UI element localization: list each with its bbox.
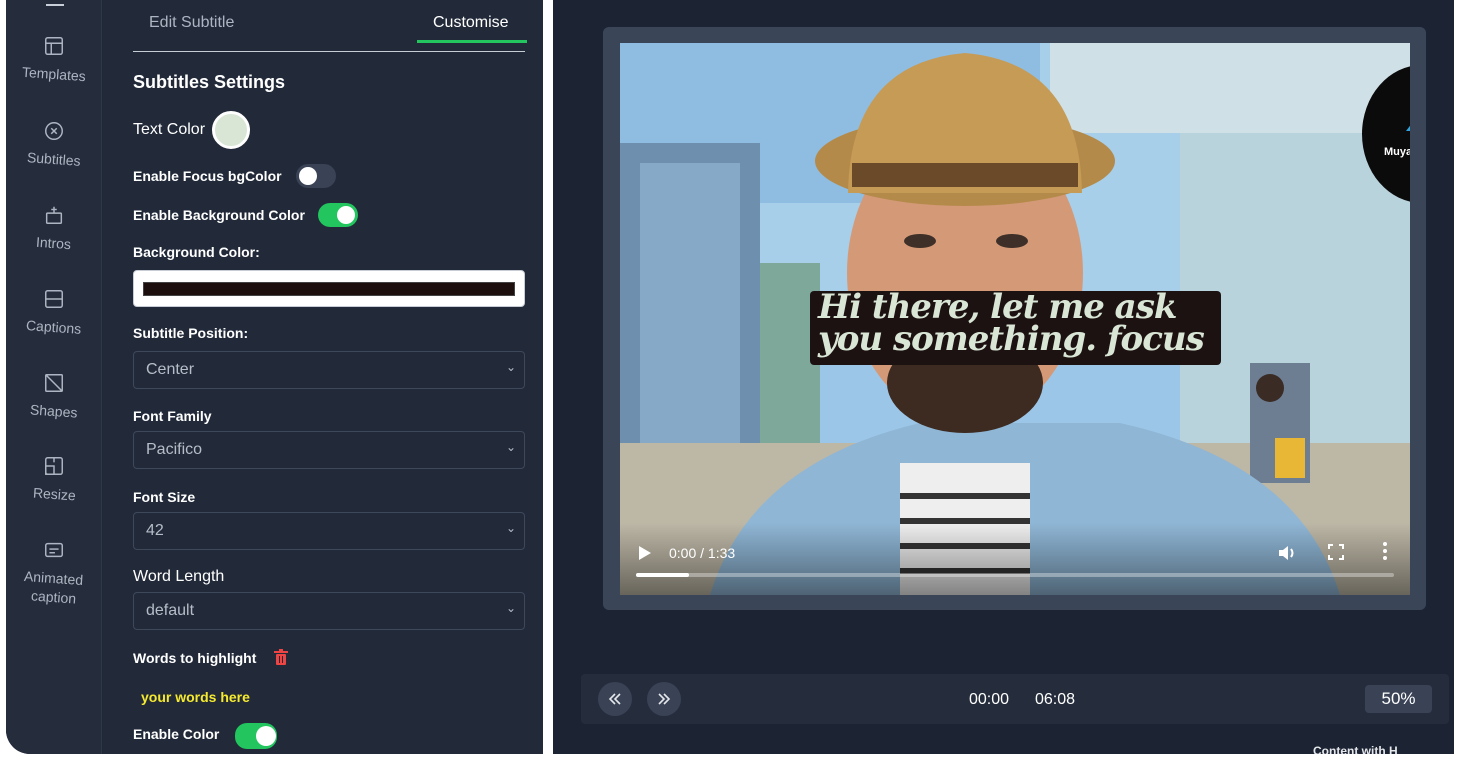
resize-icon	[45, 457, 63, 475]
chevrons-right-icon	[658, 693, 671, 705]
trash-icon[interactable]	[274, 649, 288, 665]
sidebar-item-label: Captions	[25, 317, 83, 337]
highlight-words-input[interactable]: your words here	[141, 689, 250, 705]
word-length-value: default	[146, 602, 195, 619]
sidebar-item-label: Subtitles	[26, 149, 82, 169]
subtitle-overlay[interactable]: Hi there, let me ask you something. focu…	[810, 290, 1221, 365]
forward-button[interactable]	[647, 682, 681, 716]
rewind-button[interactable]	[598, 682, 632, 716]
timeline-bar: 00:00 06:08 50%	[581, 674, 1449, 724]
bg-color-swatch	[143, 282, 515, 296]
sidebar-item-label: Intros	[35, 233, 73, 253]
sidebar-item-animated-caption[interactable]: Animated caption	[6, 539, 102, 607]
sidebar-item-captions[interactable]: Captions	[6, 288, 102, 337]
sidebar-item-templates[interactable]: Templates	[6, 35, 102, 84]
toggle-knob	[299, 167, 317, 185]
captions-icon	[45, 290, 63, 308]
text-color-swatch[interactable]	[212, 111, 250, 149]
fullscreen-icon[interactable]	[1327, 543, 1345, 561]
animated-caption-icon	[45, 542, 63, 558]
section-title: Subtitles Settings	[133, 72, 286, 92]
timeline-current: 00:00	[969, 691, 1010, 708]
sidebar-item-label: Templates	[21, 63, 87, 85]
enable-color-label: Enable Color	[133, 726, 220, 742]
bg-color-toggle[interactable]	[318, 203, 358, 227]
sidebar-item-label: Resize	[32, 484, 76, 504]
menu-handle[interactable]	[46, 4, 64, 6]
sidebar-item-subtitles[interactable]: Subtitles	[6, 120, 102, 169]
preview-area: Muyas C Hi there, let me ask you somethi…	[553, 0, 1454, 754]
panel-divider	[543, 0, 553, 754]
font-size-select[interactable]: 42 ⌄	[133, 512, 525, 550]
focus-bg-toggle[interactable]	[296, 164, 336, 188]
text-color-label: Text Color	[133, 121, 206, 138]
sidebar-item-resize[interactable]: Resize	[6, 455, 102, 504]
position-value: Center	[146, 361, 195, 378]
cutoff-label: Content with H	[1313, 744, 1398, 754]
enable-color-toggle[interactable]	[235, 723, 277, 749]
word-length-select[interactable]: default ⌄	[133, 592, 525, 630]
tab-customise[interactable]: Customise	[433, 14, 509, 32]
tab-bar: Edit Subtitle Customise	[133, 0, 527, 52]
subtitles-icon	[45, 122, 63, 140]
bg-color-enable-label: Enable Background Color	[133, 207, 305, 223]
template-icon	[45, 37, 63, 55]
toggle-knob	[337, 206, 355, 224]
chevrons-left-icon	[608, 693, 621, 705]
chevron-down-icon: ⌄	[506, 440, 517, 454]
video-frame: Muyas C Hi there, let me ask you somethi…	[603, 27, 1426, 610]
sidebar-item-intros[interactable]: Intros	[6, 204, 102, 253]
more-options-icon[interactable]	[1380, 541, 1390, 561]
video-progress-fill	[636, 573, 690, 577]
video-controls: 0:00 / 1:33	[620, 523, 1410, 595]
volume-icon[interactable]	[1277, 543, 1297, 563]
font-family-label: Font Family	[133, 408, 212, 424]
subtitle-text: Hi there, let me ask you something. focu…	[818, 290, 1218, 359]
position-select[interactable]: Center ⌄	[133, 351, 525, 389]
font-family-value: Pacifico	[146, 441, 203, 458]
intros-icon	[45, 206, 63, 224]
logo-text: Muyas C	[1384, 146, 1410, 158]
bg-color-picker[interactable]	[133, 270, 525, 307]
highlight-label: Words to highlight	[133, 650, 257, 666]
logo-mark-icon	[1406, 105, 1410, 131]
font-size-label: Font Size	[133, 489, 196, 505]
chevron-down-icon: ⌄	[506, 601, 517, 615]
word-length-label: Word Length	[133, 568, 225, 585]
toggle-knob	[256, 726, 276, 746]
chevron-down-icon: ⌄	[506, 360, 517, 374]
font-size-value: 42	[146, 522, 164, 539]
bg-color-label: Background Color:	[133, 244, 260, 260]
sidebar-item-shapes[interactable]: Shapes	[6, 372, 102, 421]
sidebar-item-label: Shapes	[29, 401, 79, 421]
tab-edit-subtitle[interactable]: Edit Subtitle	[149, 14, 234, 32]
play-icon[interactable]	[638, 545, 652, 561]
shapes-icon	[45, 374, 63, 392]
sidebar-rail: Templates Subtitles Intros Captions Shap…	[6, 0, 102, 754]
video-player[interactable]: Muyas C Hi there, let me ask you somethi…	[620, 43, 1410, 595]
sidebar-item-label: caption	[30, 587, 78, 607]
zoom-level[interactable]: 50%	[1365, 685, 1432, 713]
settings-panel: Edit Subtitle Customise Subtitles Settin…	[103, 0, 543, 754]
app-window: Templates Subtitles Intros Captions Shap…	[6, 0, 1454, 754]
focus-bg-label: Enable Focus bgColor	[133, 168, 282, 184]
position-label: Subtitle Position:	[133, 325, 249, 341]
video-time: 0:00 / 1:33	[669, 545, 736, 561]
timeline-total: 06:08	[1035, 691, 1076, 708]
subtitle-line-2: you something. focus	[818, 319, 1205, 359]
video-progress-track[interactable]	[636, 573, 1394, 577]
chevron-down-icon: ⌄	[506, 521, 517, 535]
font-family-select[interactable]: Pacifico ⌄	[133, 431, 525, 469]
active-tab-indicator	[417, 40, 527, 43]
